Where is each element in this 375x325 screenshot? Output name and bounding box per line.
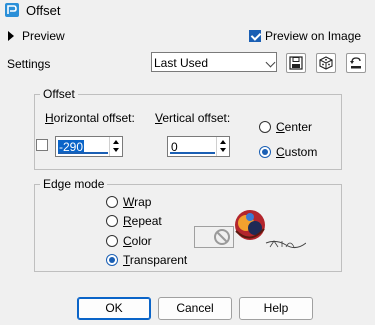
help-button[interactable]: Help: [239, 297, 313, 320]
settings-label: Settings: [7, 57, 51, 71]
watermark-logo-image: [235, 210, 306, 249]
center-radio[interactable]: Center: [259, 120, 319, 134]
spinner-arrows[interactable]: [216, 137, 229, 156]
checkbox-checked-icon: [249, 30, 261, 42]
custom-radio[interactable]: Custom: [259, 145, 319, 159]
horizontal-offset-spinner[interactable]: -290: [55, 136, 123, 157]
radio-unselected-icon: [106, 215, 118, 227]
color-label: Color: [123, 234, 152, 248]
floppy-disk-icon: [289, 56, 303, 70]
spin-up-icon: [220, 140, 226, 144]
edge-mode-group-title: Edge mode: [40, 177, 108, 191]
dice-icon: [319, 56, 333, 70]
horizontal-offset-label: Horizontal offset:: [45, 111, 135, 125]
save-preset-button[interactable]: [286, 53, 306, 73]
ok-button[interactable]: OK: [77, 297, 151, 320]
radio-unselected-icon: [259, 121, 271, 133]
spin-down-icon: [220, 148, 226, 152]
center-label: Center: [276, 120, 313, 134]
settings-preset-dropdown[interactable]: Last Used: [151, 52, 277, 72]
title-bar: Offset: [0, 0, 375, 22]
radio-selected-icon: [106, 254, 118, 266]
spin-down-icon: [113, 148, 119, 152]
edge-transparent-radio[interactable]: Transparent: [106, 253, 188, 267]
radio-unselected-icon: [106, 196, 118, 208]
spin-up-icon: [113, 140, 119, 144]
edge-color-swatch[interactable]: [194, 226, 234, 248]
chevron-down-icon: [265, 57, 276, 68]
reset-arrow-icon: [350, 57, 361, 69]
edge-wrap-radio[interactable]: Wrap: [106, 195, 176, 209]
link-offsets-checkbox[interactable]: [36, 139, 48, 151]
preview-label: Preview: [22, 29, 65, 43]
disabled-circle-icon: [214, 229, 230, 245]
expand-arrow-icon: [8, 31, 14, 41]
repeat-label: Repeat: [123, 214, 162, 228]
reset-default-button[interactable]: [346, 53, 366, 73]
custom-label: Custom: [276, 145, 318, 159]
offset-group-title: Offset: [40, 87, 78, 101]
settings-preset-value: Last Used: [154, 56, 209, 70]
radio-selected-icon: [259, 146, 271, 158]
app-icon: [5, 3, 19, 17]
randomize-button[interactable]: [316, 53, 336, 73]
transparent-label: Transparent: [123, 253, 188, 267]
cancel-button[interactable]: Cancel: [158, 297, 232, 320]
edge-color-radio[interactable]: Color: [106, 234, 176, 248]
spinner-arrows[interactable]: [109, 137, 122, 156]
vertical-offset-label: Vertical offset:: [155, 111, 231, 125]
window-title: Offset: [26, 3, 61, 18]
preview-on-image-label: Preview on Image: [265, 29, 362, 43]
wrap-label: Wrap: [123, 195, 152, 209]
radio-unselected-icon: [106, 235, 118, 247]
edge-repeat-radio[interactable]: Repeat: [106, 214, 176, 228]
vertical-offset-spinner[interactable]: 0: [167, 136, 230, 157]
